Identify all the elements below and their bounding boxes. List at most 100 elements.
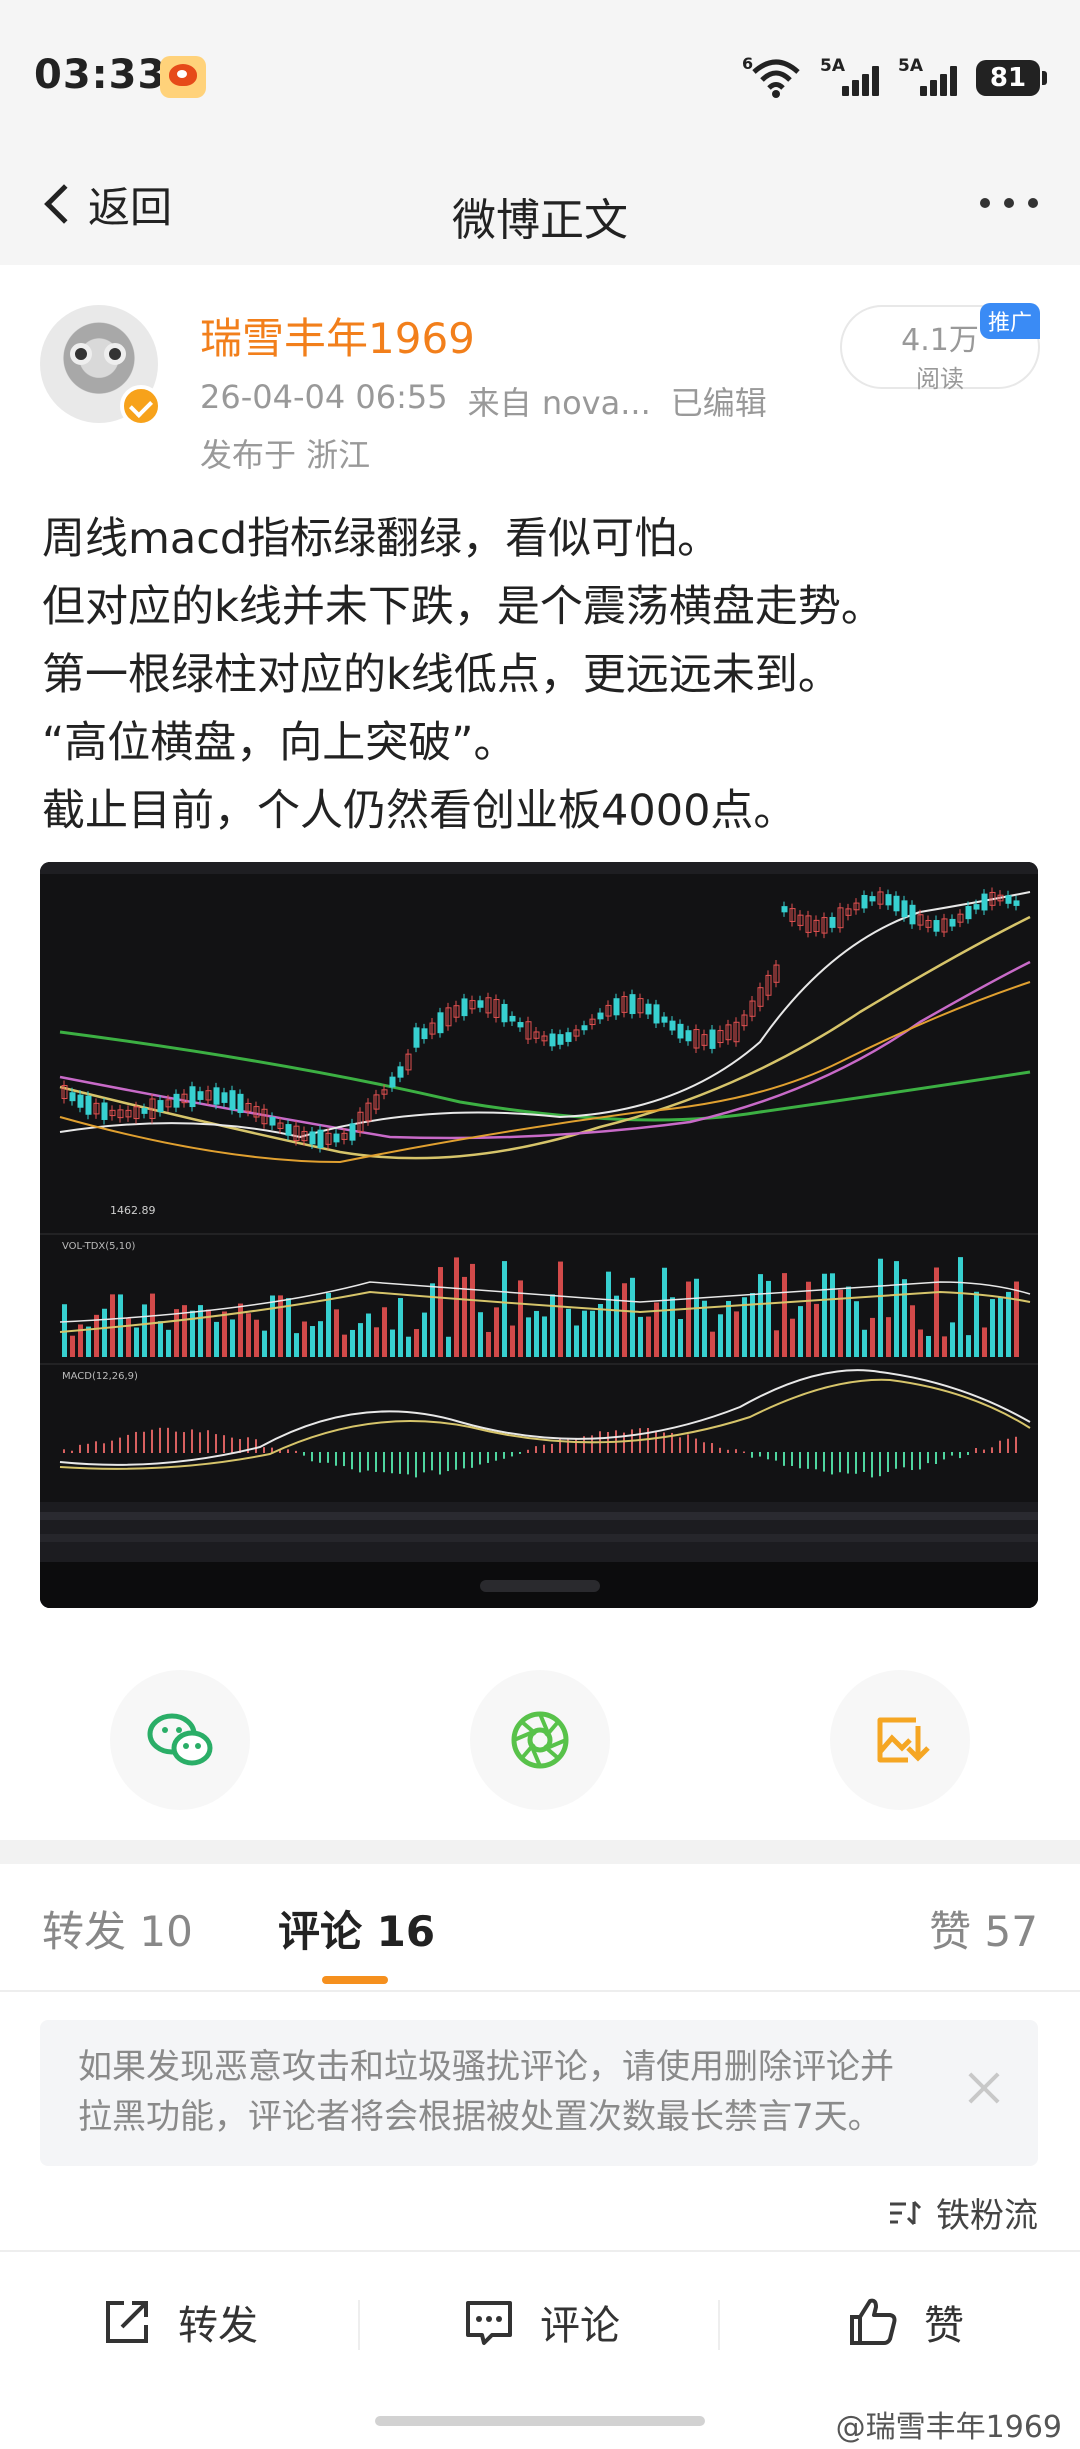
macd-bar xyxy=(119,1437,121,1453)
volume-bar xyxy=(110,1294,115,1357)
home-indicator[interactable] xyxy=(375,2416,705,2426)
volume-bar xyxy=(790,1318,795,1357)
volume-bar xyxy=(942,1336,947,1357)
macd-bar xyxy=(783,1452,785,1466)
candle-body xyxy=(629,994,636,1015)
candle-body xyxy=(965,905,972,920)
candle-body xyxy=(645,1003,652,1015)
username[interactable]: 瑞雪丰年1969 xyxy=(200,305,475,366)
volume-bar xyxy=(518,1280,523,1357)
macd-bar xyxy=(223,1435,225,1453)
macd-bar xyxy=(823,1452,825,1472)
volume-bar xyxy=(198,1305,203,1357)
volume-bar xyxy=(310,1326,315,1357)
macd-bar xyxy=(711,1443,713,1453)
candle-body xyxy=(101,1102,108,1120)
volume-bar xyxy=(590,1310,595,1357)
close-icon[interactable] xyxy=(964,2068,1004,2108)
volume-bar xyxy=(534,1310,539,1357)
status-time: 03:33 xyxy=(34,52,167,98)
volume-bar xyxy=(342,1334,347,1357)
repost-button[interactable]: 转发 xyxy=(100,2292,258,2352)
volume-bar xyxy=(758,1274,763,1357)
volume-bar xyxy=(422,1312,427,1357)
candle-body xyxy=(197,1091,204,1100)
macd-bar xyxy=(647,1427,649,1453)
candle-body xyxy=(709,1029,716,1049)
read-count-badge[interactable]: 4.1万 阅读 推广 xyxy=(840,303,1040,393)
separator xyxy=(718,2300,720,2350)
macd-bar xyxy=(399,1452,401,1474)
post-location: 发布于 浙江 xyxy=(200,436,371,474)
share-wechat-button[interactable] xyxy=(110,1670,250,1810)
volume-bar xyxy=(766,1280,771,1357)
candle-body xyxy=(237,1093,244,1113)
tab-likes[interactable]: 赞 57 xyxy=(929,1898,1038,1959)
volume-bar xyxy=(254,1319,259,1357)
more-options-icon[interactable] xyxy=(980,198,1038,208)
save-image-button[interactable] xyxy=(830,1670,970,1810)
post-date: 26-04-04 06:55 xyxy=(200,378,448,416)
macd-bar xyxy=(167,1427,169,1453)
macd-bar xyxy=(439,1452,441,1475)
nav-bar: 返回 微博正文 xyxy=(0,150,1080,265)
candle-body xyxy=(309,1131,316,1145)
candle-body xyxy=(421,1028,428,1040)
volume-bar xyxy=(886,1317,891,1357)
sort-button[interactable]: 铁粉流 xyxy=(888,2188,1038,2237)
post-text-line: 周线macd指标绿翻绿，看似可怕。 xyxy=(42,514,721,564)
candle-body xyxy=(437,1012,444,1034)
macd-bar xyxy=(879,1452,881,1477)
volume-bar xyxy=(438,1267,443,1357)
macd-bar xyxy=(207,1430,209,1453)
read-label: 阅读 xyxy=(916,365,964,393)
macd-bar xyxy=(487,1452,489,1463)
post-source[interactable]: 来自 nova... xyxy=(468,378,651,424)
volume-bar xyxy=(598,1303,603,1357)
like-button[interactable]: 赞 xyxy=(846,2292,964,2352)
volume-bar xyxy=(926,1335,931,1357)
page-title: 微博正文 xyxy=(452,195,628,246)
macd-bar xyxy=(759,1452,761,1457)
macd-bar xyxy=(335,1452,337,1466)
wifi-icon: 6 xyxy=(742,54,802,98)
tab-comments[interactable]: 评论 16 xyxy=(278,1898,435,1959)
volume-bar xyxy=(902,1279,907,1357)
candle-body xyxy=(461,998,468,1017)
volume-bar xyxy=(830,1273,835,1357)
macd-bar xyxy=(231,1437,233,1453)
tab-repost[interactable]: 转发 10 xyxy=(42,1898,193,1959)
candle-body xyxy=(269,1116,276,1126)
comment-button[interactable]: 评论 xyxy=(462,2292,620,2352)
macd-bar xyxy=(1015,1436,1017,1453)
candle-body xyxy=(285,1124,292,1136)
volume-bar xyxy=(470,1263,475,1357)
candle-body xyxy=(221,1092,228,1103)
post-image-stock-chart[interactable]: 1462.89 VOL-TDX(5,10) MACD(12,26,9) xyxy=(40,862,1038,1608)
candle-body xyxy=(477,1000,484,1008)
volume-bar xyxy=(414,1329,419,1357)
candle-body xyxy=(157,1100,164,1113)
volume-bar xyxy=(550,1294,555,1357)
volume-bar xyxy=(86,1326,91,1357)
candle-body xyxy=(397,1066,404,1078)
volume-bar xyxy=(390,1329,395,1357)
share-moments-button[interactable] xyxy=(470,1670,610,1810)
volume-bar xyxy=(574,1325,579,1357)
bottom-action-bar: 转发 评论 赞 xyxy=(0,2250,1080,2390)
macd-bar xyxy=(903,1452,905,1468)
volume-bar xyxy=(174,1309,179,1357)
edited-label[interactable]: 已编辑 xyxy=(671,378,767,424)
macd-bar xyxy=(327,1452,329,1463)
macd-bar xyxy=(415,1452,417,1478)
volume-bar xyxy=(982,1327,987,1357)
volume-bar xyxy=(798,1306,803,1357)
volume-bar xyxy=(246,1313,251,1357)
post-text: 周线macd指标绿翻绿，看似可怕。 但对应的k线并未下跌，是个震荡横盘走势。 第… xyxy=(42,505,1042,845)
macd-bar xyxy=(527,1449,529,1453)
macd-bar xyxy=(63,1449,65,1453)
macd-bar xyxy=(943,1452,945,1460)
watermark: @瑞雪丰年1969 xyxy=(835,2410,1062,2445)
volume-bar xyxy=(870,1317,875,1357)
volume-bar xyxy=(662,1267,667,1357)
